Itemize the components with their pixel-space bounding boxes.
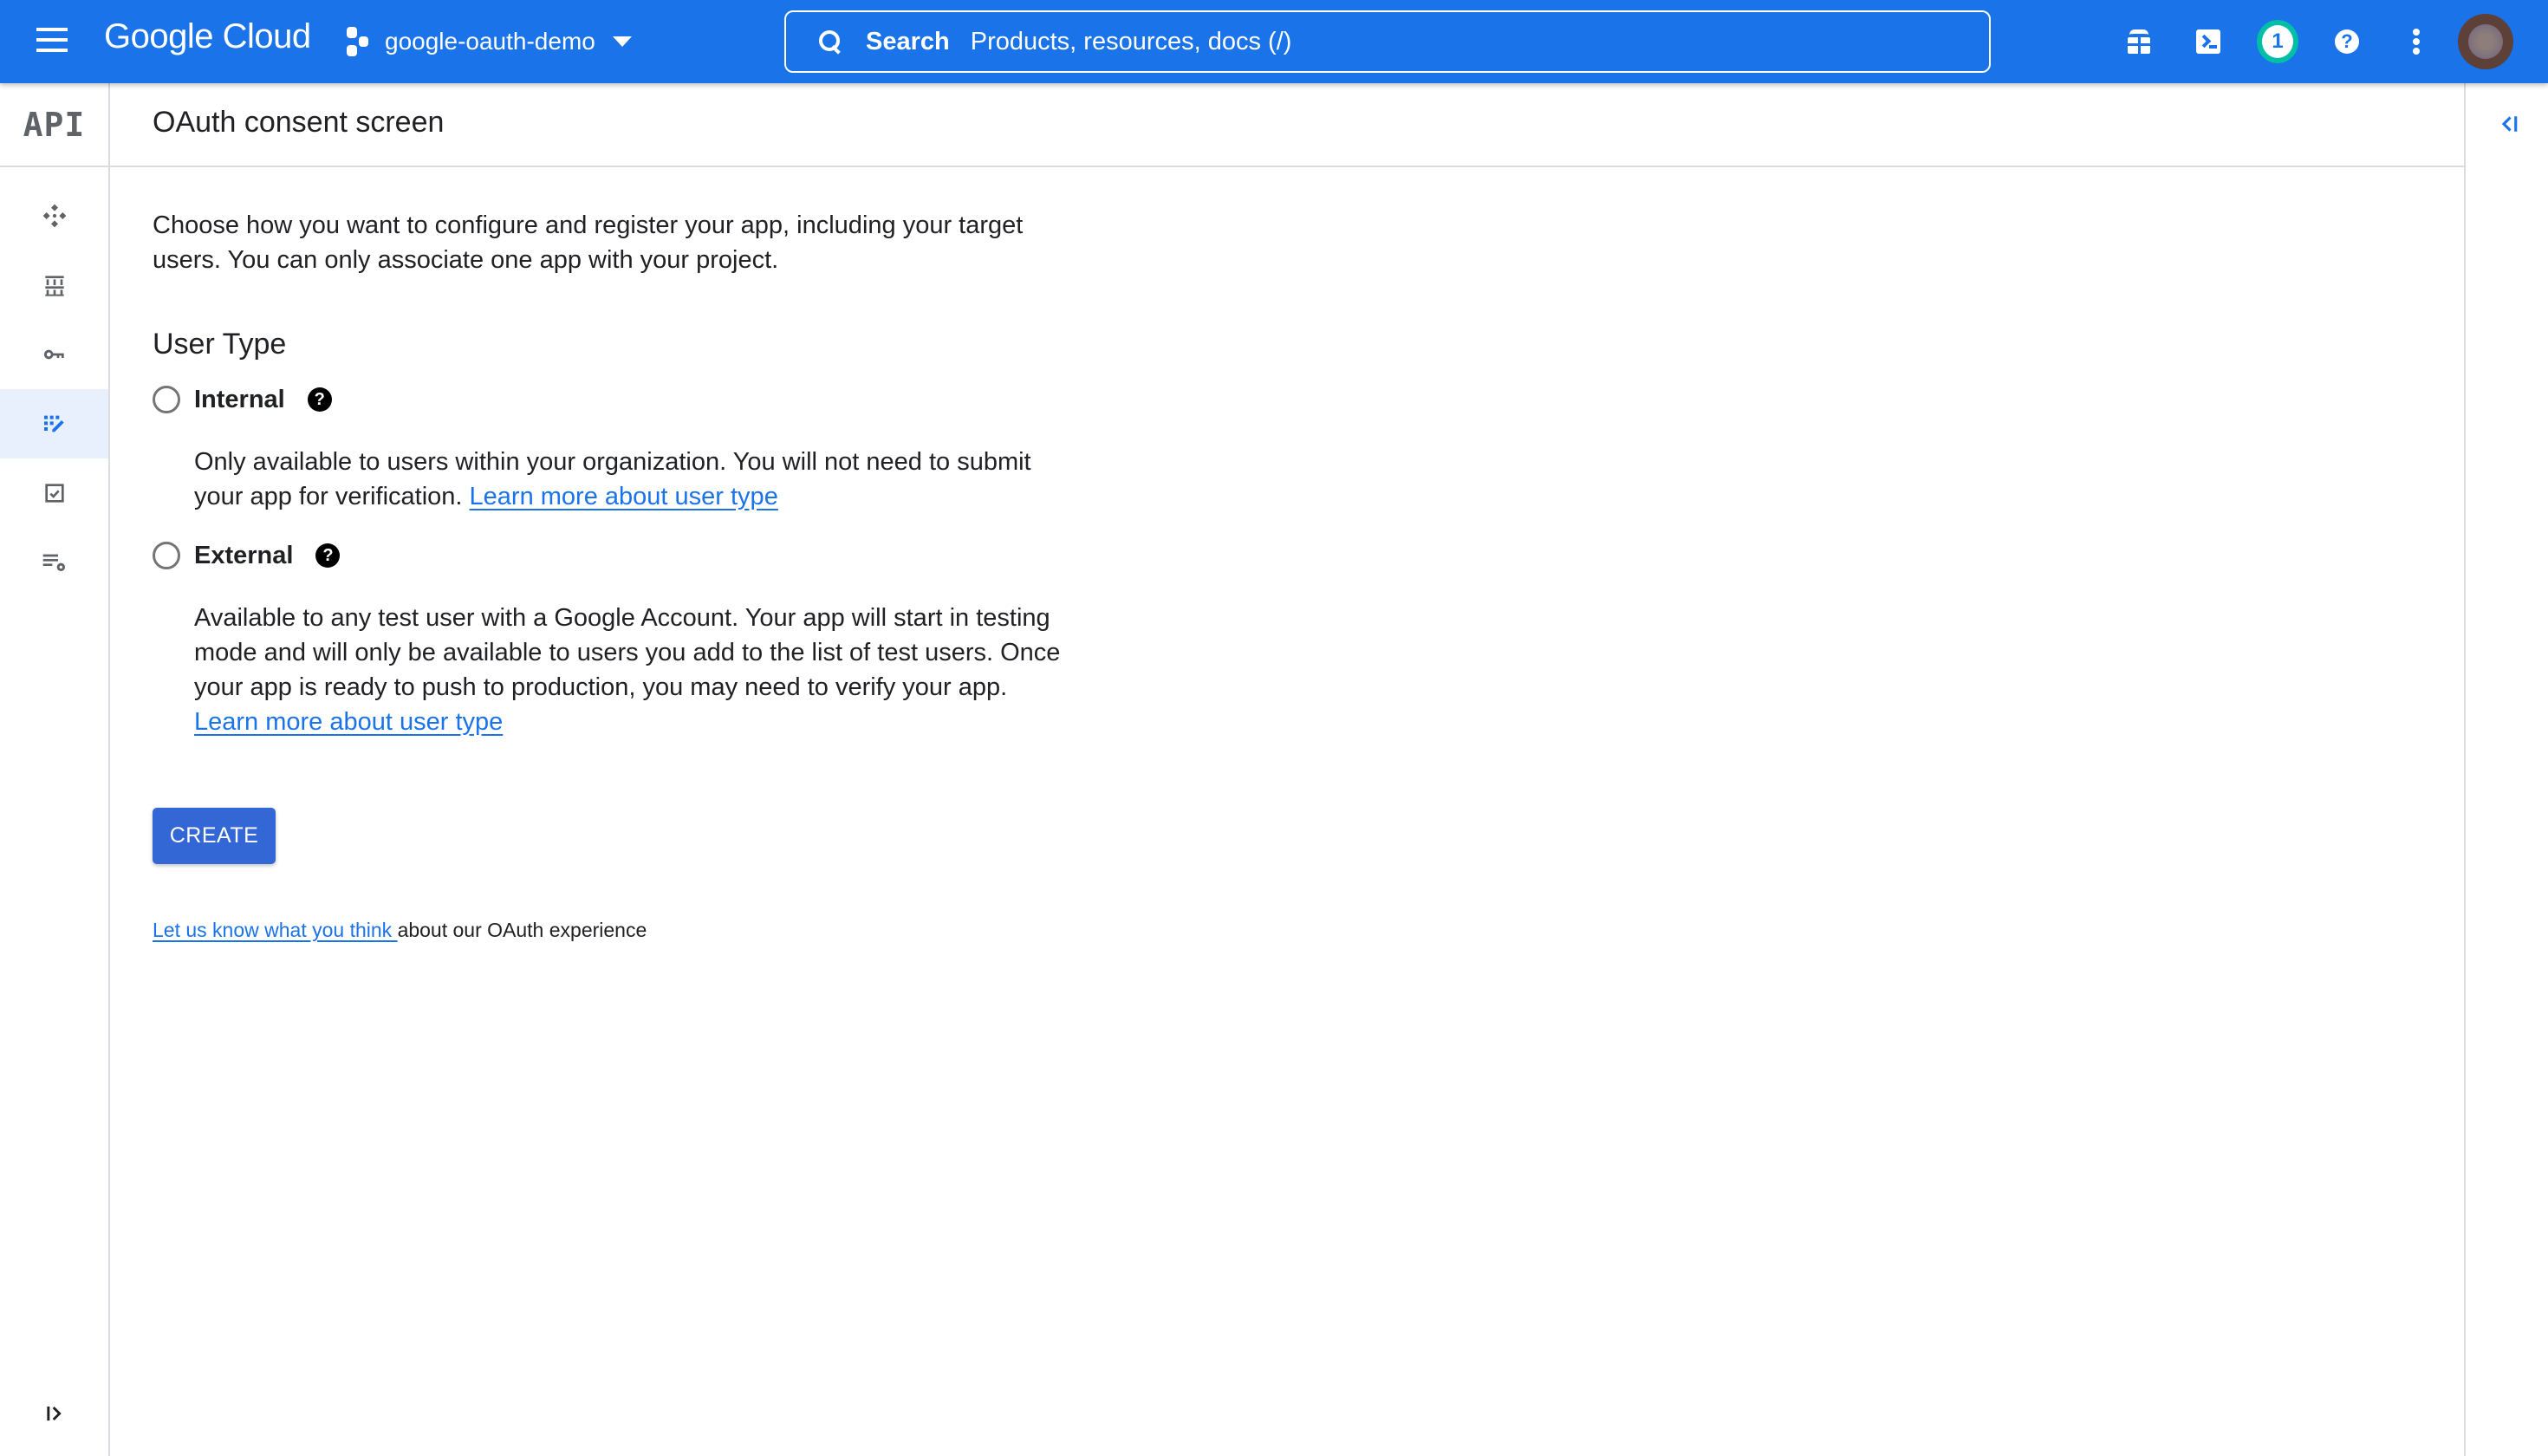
apis-services-icon [42, 204, 66, 228]
user-type-heading: User Type [153, 328, 287, 361]
sidebar-item-domain-verification[interactable] [0, 458, 108, 528]
sidebar: API [0, 83, 110, 1456]
radio-external[interactable]: External ? [153, 538, 1071, 573]
feedback-link[interactable]: Let us know what you think [153, 919, 398, 941]
learn-more-link-internal[interactable]: Learn more about user type [470, 483, 778, 510]
consent-form: Choose how you want to configure and reg… [153, 208, 1071, 739]
library-icon [44, 276, 64, 296]
app-window: Google Cloud google-oauth-demo Search Pr… [0, 0, 2548, 1456]
sidebar-item-enabled-apis[interactable] [0, 181, 108, 250]
radio-button-external[interactable] [153, 542, 180, 569]
checkbox-icon [44, 484, 64, 503]
collapse-panel-icon[interactable] [2495, 111, 2521, 137]
api-logo[interactable]: API [0, 83, 108, 167]
external-description: Available to any test user with a Google… [194, 601, 1061, 739]
google-cloud-logo[interactable]: Google Cloud [104, 17, 311, 56]
learn-more-link-external[interactable]: Learn more about user type [194, 708, 503, 736]
consent-edit-icon [43, 415, 64, 432]
cloud-shell-terminal-icon[interactable] [2187, 21, 2229, 62]
search-placeholder: Products, resources, docs (/) [970, 27, 1292, 55]
sidebar-item-oauth-consent-screen[interactable] [0, 389, 108, 458]
radio-internal[interactable]: Internal ? [153, 382, 1071, 417]
right-panel-rail [2464, 83, 2548, 1456]
project-hexagon-icon [347, 27, 373, 56]
help-icon[interactable]: ? [315, 543, 341, 568]
internal-description: Only available to users within your orga… [194, 445, 1061, 514]
sidebar-item-credentials[interactable] [0, 320, 108, 389]
radio-label-external: External [194, 541, 294, 569]
feedback-text: about our OAuth experience [397, 919, 647, 941]
expand-sidebar-icon[interactable] [43, 1401, 68, 1427]
intro-text: Choose how you want to configure and reg… [153, 211, 1024, 274]
page-header: OAuth consent screen [110, 83, 2464, 167]
project-selector[interactable]: google-oauth-demo [347, 21, 632, 62]
help-icon[interactable]: ? [2326, 21, 2368, 62]
create-button[interactable]: CREATE [153, 808, 276, 864]
more-vert-icon[interactable] [2395, 21, 2437, 62]
notifications-button[interactable]: 1 [2257, 20, 2298, 63]
notification-count-badge: 1 [2257, 20, 2298, 63]
help-icon[interactable]: ? [307, 387, 332, 412]
search-label: Search [866, 27, 950, 55]
page-title: OAuth consent screen [153, 106, 445, 139]
hamburger-menu-icon[interactable] [35, 26, 69, 57]
sidebar-item-library[interactable] [0, 250, 108, 320]
external-description-text: Available to any test user with a Google… [194, 604, 1061, 701]
search-icon [817, 29, 843, 55]
account-avatar[interactable] [2458, 14, 2513, 69]
key-icon [43, 349, 64, 360]
radio-button-internal[interactable] [153, 386, 180, 413]
settings-list-icon [42, 554, 65, 571]
sidebar-item-page-usage-agreements[interactable] [0, 528, 108, 597]
feedback-line: Let us know what you think about our OAu… [153, 919, 647, 942]
top-bar: Google Cloud google-oauth-demo Search Pr… [0, 0, 2548, 83]
radio-label-internal: Internal [194, 385, 285, 413]
project-name: google-oauth-demo [385, 28, 595, 55]
search-input[interactable]: Search Products, resources, docs (/) [784, 10, 1991, 73]
chevron-down-icon [612, 36, 632, 47]
gift-icon[interactable] [2118, 21, 2160, 62]
